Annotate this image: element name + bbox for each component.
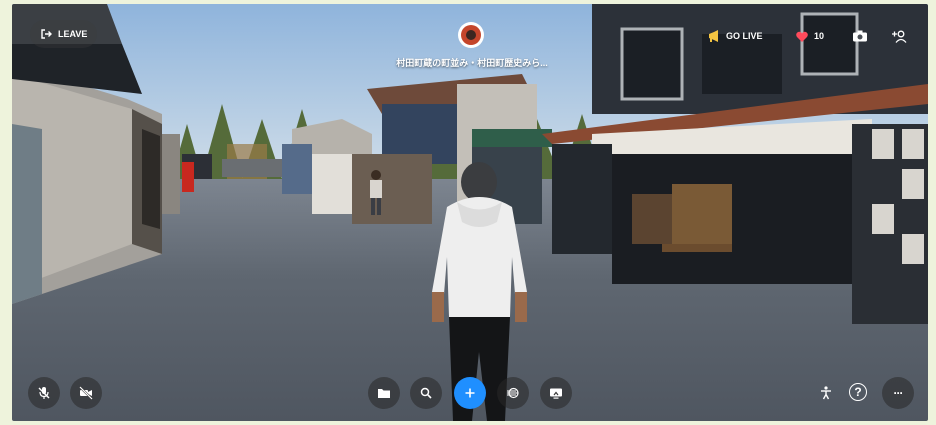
accessibility-icon [821, 386, 831, 400]
help-icon: ? [854, 385, 862, 399]
like-count: 10 [814, 31, 825, 41]
folder-button[interactable] [368, 377, 400, 409]
leave-button[interactable]: LEAVE [30, 20, 98, 48]
camera-button[interactable] [850, 26, 870, 46]
effects-button[interactable] [497, 377, 529, 409]
add-person-icon [891, 30, 906, 43]
screen-share-icon [550, 388, 562, 399]
camera-icon [853, 30, 867, 42]
like-button[interactable]: 10 [790, 22, 830, 50]
screen-share-button[interactable] [540, 377, 572, 409]
avatar-face [461, 25, 481, 45]
help-button[interactable]: ? [849, 383, 867, 401]
folder-icon [378, 389, 390, 398]
mic-muted-icon [38, 387, 50, 399]
exit-icon [41, 29, 52, 39]
left-building [12, 4, 180, 304]
effects-icon [507, 387, 519, 399]
mic-toggle-button[interactable] [28, 377, 60, 409]
go-live-button[interactable]: GO LIVE [702, 22, 769, 50]
leave-label: LEAVE [58, 29, 88, 39]
more-icon: ··· [893, 386, 904, 400]
distant-avatar [370, 170, 382, 215]
more-button[interactable]: ··· [882, 377, 914, 409]
host-avatar[interactable] [458, 22, 484, 48]
add-button[interactable] [454, 377, 486, 409]
video-off-icon [79, 386, 93, 400]
heart-icon [796, 31, 808, 42]
right-building [542, 4, 928, 324]
plus-icon [465, 388, 475, 398]
search-button[interactable] [410, 377, 442, 409]
video-toggle-button[interactable] [70, 377, 102, 409]
accessibility-button[interactable] [815, 382, 837, 404]
megaphone-icon [709, 30, 718, 42]
go-live-label: GO LIVE [726, 31, 763, 41]
room-title: 村田町蔵の町並み・村田町歴史みら... [396, 58, 548, 68]
search-icon [420, 387, 432, 399]
viewport: LEAVE 村田町蔵の町並み・村田町歴史みら... GO LIVE 10 ? ·… [12, 4, 928, 421]
add-friend-button[interactable] [888, 25, 910, 47]
